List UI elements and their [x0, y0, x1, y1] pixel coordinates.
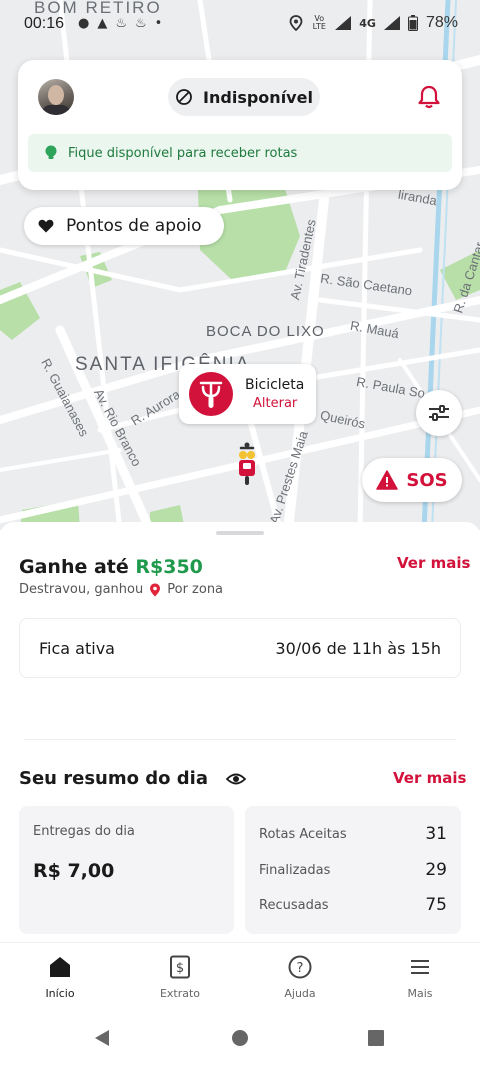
system-icons: Vo LTE 4G 78% — [289, 14, 458, 32]
earnings-amount: R$350 — [135, 556, 203, 578]
vehicle-name: Bicicleta — [245, 377, 305, 393]
bell-icon[interactable] — [416, 84, 442, 110]
nav-item-mais[interactable]: Mais — [375, 955, 465, 1000]
volte-label: Vo LTE — [312, 14, 326, 31]
earnings-zone: Por zona — [167, 582, 224, 597]
svg-text:?: ? — [297, 961, 304, 976]
availability-status: Indisponível — [203, 87, 313, 107]
nav-label: Início — [45, 987, 75, 1000]
notification-icons: ● ▲ ♨ ♨ • — [78, 16, 162, 31]
active-period-card[interactable]: Fica ativa 30/06 de 11h às 15h — [19, 618, 461, 678]
summary-see-more-link[interactable]: Ver mais — [393, 769, 466, 787]
statement-icon: $ — [170, 955, 190, 979]
heart-icon — [38, 219, 54, 233]
stat-row-accepted: Rotas Aceitas 31 — [259, 824, 447, 844]
availability-hint[interactable]: Fique disponível para receber rotas — [28, 134, 452, 172]
nav-label: Extrato — [159, 987, 201, 1000]
eye-icon[interactable] — [225, 772, 246, 786]
divider — [24, 739, 456, 740]
deliveries-value: R$ 7,00 — [33, 860, 115, 882]
system-nav-bar — [0, 1008, 480, 1066]
warning-icon: ▲ — [97, 16, 108, 31]
nav-item-inicio[interactable]: Início — [15, 955, 105, 1000]
earnings-subtitle-text: Destravou, ganhou — [19, 582, 144, 597]
deliveries-card: Entregas do dia R$ 7,00 — [19, 806, 234, 934]
warning-icon — [376, 470, 399, 490]
earnings-title-prefix: Ganhe até — [19, 556, 136, 578]
svg-text:$: $ — [176, 961, 184, 976]
avatar[interactable] — [38, 79, 74, 115]
signal-icon — [335, 16, 352, 30]
stat-label: Rotas Aceitas — [259, 826, 347, 842]
active-period-value: 30/06 de 11h às 15h — [275, 639, 441, 658]
stat-value: 75 — [425, 895, 447, 915]
support-points-label: Pontos de apoio — [66, 216, 202, 236]
nav-item-ajuda[interactable]: ? Ajuda — [255, 955, 345, 1000]
battery-icon — [407, 15, 418, 31]
availability-toggle[interactable]: Indisponível — [168, 78, 320, 116]
summary-title-text: Seu resumo do dia — [19, 768, 208, 789]
active-period-label: Fica ativa — [39, 639, 115, 658]
routes-stats-card: Rotas Aceitas 31 Finalizadas 29 Recusada… — [245, 806, 461, 934]
nav-label: Ajuda — [284, 987, 316, 1000]
home-icon — [50, 957, 70, 977]
pin-icon — [150, 583, 161, 596]
earnings-see-more-link[interactable]: Ver mais — [397, 554, 470, 572]
app-icon: ♨ — [115, 16, 127, 31]
avatar-face — [48, 85, 64, 105]
back-icon[interactable] — [93, 1029, 111, 1047]
network-label: 4G — [359, 16, 376, 30]
availability-hint-text: Fique disponível para receber rotas — [68, 145, 298, 161]
bottom-sheet: Ganhe até R$350 Ver mais Destravou, ganh… — [0, 522, 480, 942]
bottom-nav: Início $ Extrato ? Ajuda Mais — [0, 942, 480, 1008]
sos-label: SOS — [406, 469, 448, 491]
earnings-title: Ganhe até R$350 — [19, 556, 203, 578]
battery-percent: 78% — [425, 14, 458, 31]
help-icon: ? — [288, 955, 312, 979]
map-label-boca-do-lixo: BOCA DO LIXO — [206, 323, 325, 340]
home-circle-icon[interactable] — [231, 1029, 249, 1047]
earnings-subtitle: Destravou, ganhou Por zona — [19, 582, 223, 597]
sheet-handle[interactable] — [216, 531, 264, 535]
status-time: 00:16 — [24, 15, 65, 32]
stat-value: 29 — [425, 860, 447, 880]
sos-button[interactable]: SOS — [362, 458, 462, 502]
stat-label: Finalizadas — [259, 862, 331, 878]
stat-value: 31 — [425, 824, 447, 844]
courier-marker-icon — [239, 442, 255, 485]
more-dot-icon: • — [154, 16, 163, 31]
signal-icon-2 — [383, 16, 400, 30]
stat-row-refused: Recusadas 75 — [259, 895, 447, 915]
stat-row-finished: Finalizadas 29 — [259, 860, 447, 880]
recents-icon[interactable] — [367, 1029, 385, 1047]
vehicle-selector[interactable]: Bicicleta Alterar — [179, 364, 316, 424]
status-bar: BOM RETIRO 00:16 ● ▲ ♨ ♨ • Vo LTE 4G 78% — [0, 0, 480, 46]
support-points-button[interactable]: Pontos de apoio — [24, 207, 224, 245]
sliders-icon — [429, 405, 449, 421]
deliveries-label: Entregas do dia — [33, 824, 135, 839]
app-icon-2: ♨ — [135, 16, 147, 31]
vehicle-change-link[interactable]: Alterar — [253, 396, 297, 411]
nav-item-extrato[interactable]: $ Extrato — [135, 955, 225, 1000]
lightbulb-icon — [45, 145, 57, 159]
menu-icon — [411, 960, 429, 974]
map-filter-button[interactable] — [416, 390, 462, 436]
stat-label: Recusadas — [259, 897, 329, 913]
blocked-icon — [176, 89, 192, 105]
nav-label: Mais — [407, 987, 433, 1000]
chat-icon: ● — [78, 16, 90, 31]
summary-title: Seu resumo do dia — [19, 768, 246, 789]
bicycle-icon — [189, 372, 233, 416]
location-icon — [289, 15, 303, 31]
avatar-shirt — [42, 105, 70, 115]
availability-card: Indisponível Fique disponível para receb… — [18, 60, 462, 190]
